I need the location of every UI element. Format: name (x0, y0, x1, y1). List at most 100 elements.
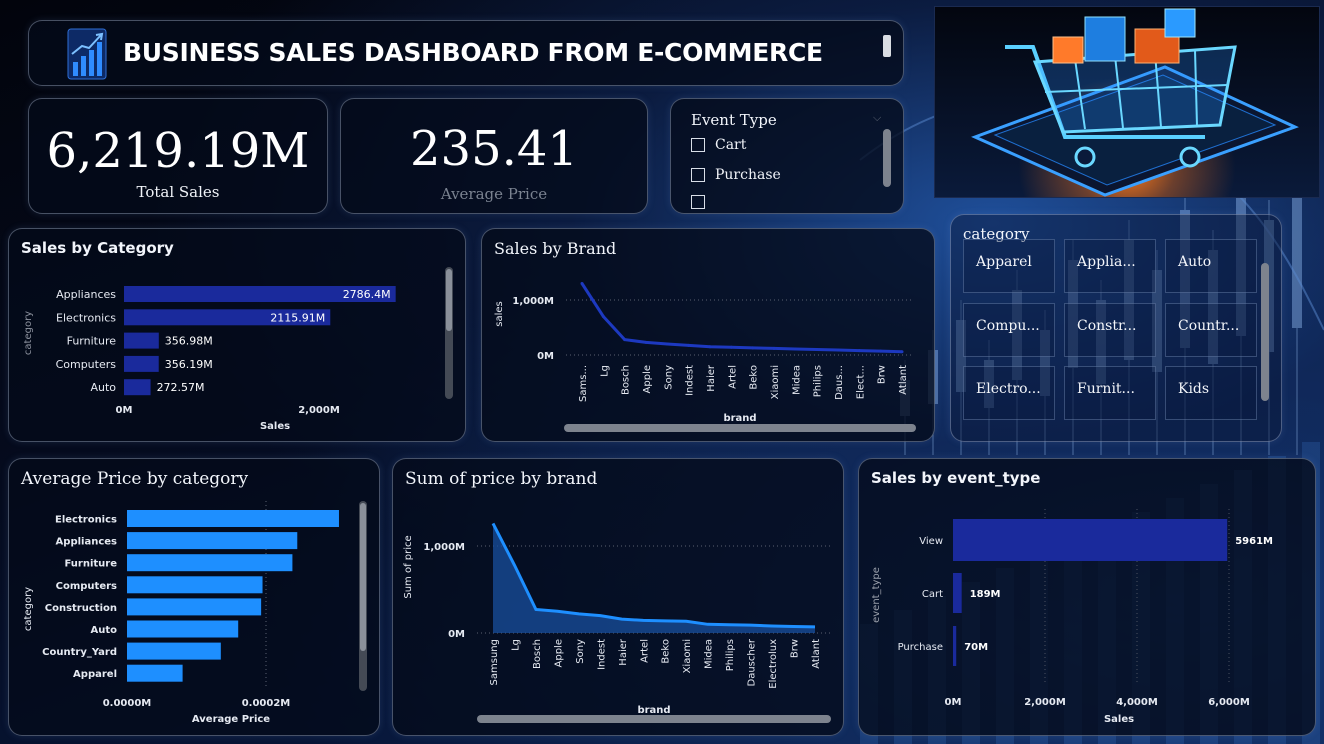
x-tick-label: Sams... (578, 365, 589, 402)
hero-image (934, 6, 1320, 198)
category-tile-apparel[interactable]: Apparel (963, 239, 1055, 293)
slicer-option-partial (691, 195, 715, 209)
y-axis-title: sales (494, 301, 505, 326)
x-tick-label: Electrolux (768, 639, 779, 689)
category-slicer: category Apparel Applia... Auto Compu...… (950, 214, 1282, 442)
y-tick-label: 0M (448, 629, 465, 640)
slicer-option-purchase-label: Purchase (715, 167, 781, 183)
x-tick-label: Xiaomi (682, 639, 693, 673)
sales-by-brand-hscrollbar[interactable] (564, 424, 916, 432)
line-point (815, 348, 819, 351)
header-banner: BUSINESS SALES DASHBOARD FROM E-COMMERCE (28, 20, 904, 86)
sales-by-event-chart[interactable]: 0M 2,000M 4,000M 6,000M View 5961M Cart 189M Pur… (859, 459, 1317, 737)
category-value-label: 356.19M (165, 358, 213, 371)
category-bar (124, 332, 159, 349)
category-slicer-scrollbar[interactable] (1261, 263, 1269, 401)
event-label: Purchase (898, 642, 943, 653)
slicer-scrollbar[interactable] (883, 129, 891, 187)
category-tile-appliances[interactable]: Applia... (1064, 239, 1156, 293)
sales-by-category-scrollbar-thumb[interactable] (446, 269, 452, 331)
event-value-label: 70M (964, 642, 988, 653)
sum-price-by-brand-chart[interactable]: 1,000M 0M Samsung Lg Bosch Apple Sony Indest Hai… (393, 459, 845, 737)
x-axis-title: Average Price (192, 714, 270, 725)
checkbox-cart[interactable] (691, 138, 705, 152)
avg-price-bar (127, 598, 262, 616)
event-type-slicer: Event Type ⌵ Cart Purchase (670, 98, 904, 214)
slicer-option-cart-label: Cart (715, 137, 747, 153)
line-point (644, 340, 648, 344)
category-tile-kids[interactable]: Kids (1165, 366, 1257, 420)
x-tick-label: Atlant (811, 639, 822, 669)
x-tick-label: Indest (596, 639, 607, 670)
line-point (708, 345, 712, 349)
x-tick-label: Dauscher (747, 638, 758, 686)
sum-price-by-brand-panel: Sum of price by brand 1,000M 0M Samsung Lg B… (392, 458, 844, 736)
x-tick-label: Apple (642, 365, 653, 393)
category-bar (124, 379, 151, 396)
x-tick-label: 0.0002M (242, 698, 291, 709)
avg-price-bar (127, 576, 263, 594)
chevron-down-icon[interactable]: ⌵ (873, 111, 881, 125)
x-tick-label: Philips (813, 365, 824, 397)
category-tile-country-yard[interactable]: Countr... (1165, 303, 1257, 357)
category-tile-auto[interactable]: Auto (1165, 239, 1257, 293)
category-label: Computers (56, 358, 117, 371)
x-tick-label: Midea (791, 365, 802, 395)
kpi-total-sales-label: Total Sales (136, 183, 220, 201)
category-label: Electronics (55, 515, 117, 526)
avg-price-bar (127, 554, 293, 572)
event-bar (953, 519, 1228, 561)
line-point (879, 349, 883, 353)
x-tick-label: Brw (877, 365, 888, 384)
y-axis-title: event_type (871, 567, 882, 623)
checkbox-purchase[interactable] (691, 168, 705, 182)
x-axis-title: Sales (260, 421, 290, 432)
x-tick-label: Lg (510, 639, 521, 651)
x-tick-label: Apple (553, 639, 564, 667)
category-tile-electronics[interactable]: Electro... (963, 366, 1055, 420)
category-label: Auto (90, 625, 117, 636)
x-tick-label: Sony (575, 639, 586, 664)
avg-price-scrollbar-thumb[interactable] (360, 503, 366, 651)
category-label: Country_Yard (42, 647, 117, 658)
sum-price-hscrollbar[interactable] (477, 715, 831, 723)
x-tick-label: Sony (663, 365, 674, 390)
x-tick-label: 0M (945, 697, 962, 708)
y-axis-title: Sum of price (403, 535, 414, 598)
category-label: Construction (45, 603, 117, 614)
category-tile-computers[interactable]: Compu... (963, 303, 1055, 357)
sales-by-brand-panel: Sales by Brand 1,000M 0M Sams... Lg Bosch App… (481, 228, 935, 442)
event-label: Cart (922, 589, 943, 600)
kpi-card-total-sales: 6,219.19M Total Sales (28, 98, 328, 214)
line-point (580, 282, 584, 285)
x-tick-label: 0M (116, 405, 133, 416)
category-label: Furniture (64, 559, 117, 570)
line-point (623, 338, 627, 342)
sales-by-brand-chart[interactable]: 1,000M 0M Sams... Lg Bosch Apple Sony Indest Hai… (482, 229, 936, 443)
x-tick-label: 0.0000M (103, 698, 152, 709)
line-point (900, 350, 904, 354)
header-scrollbar[interactable] (883, 35, 891, 57)
kpi-card-average-price: 235.41 Average Price (340, 98, 648, 214)
sales-by-category-panel: Sales by Category Appliances 2786.4M Elect… (8, 228, 466, 442)
x-tick-label: Beko (661, 639, 672, 664)
line-point (836, 348, 840, 352)
slicer-option-cart[interactable]: Cart (691, 137, 746, 153)
event-value-label: 5961M (1235, 536, 1273, 547)
x-tick-label: Artel (639, 639, 650, 663)
x-tick-label: Xiaomi (770, 365, 781, 399)
category-tile-construction[interactable]: Constr... (1064, 303, 1156, 357)
sales-by-category-chart[interactable]: Appliances 2786.4M Electronics 2115.91M Furn… (9, 229, 467, 443)
category-tile-furniture[interactable]: Furnit... (1064, 366, 1156, 420)
event-bar (953, 626, 957, 666)
page-title: BUSINESS SALES DASHBOARD FROM E-COMMERCE (123, 38, 823, 67)
line-point (772, 346, 776, 350)
shopping-cart-on-phone-icon (971, 8, 1299, 197)
avg-price-by-category-chart[interactable]: Electronics Appliances Furniture Computers C… (9, 459, 381, 737)
slicer-option-purchase[interactable]: Purchase (691, 167, 781, 183)
sum-price-area (493, 523, 815, 633)
category-label: Auto (90, 381, 116, 394)
x-tick-label: 6,000M (1208, 697, 1250, 708)
x-tick-label: Philips (725, 639, 736, 671)
avg-price-by-category-panel: Average Price by category Electronics App… (8, 458, 380, 736)
